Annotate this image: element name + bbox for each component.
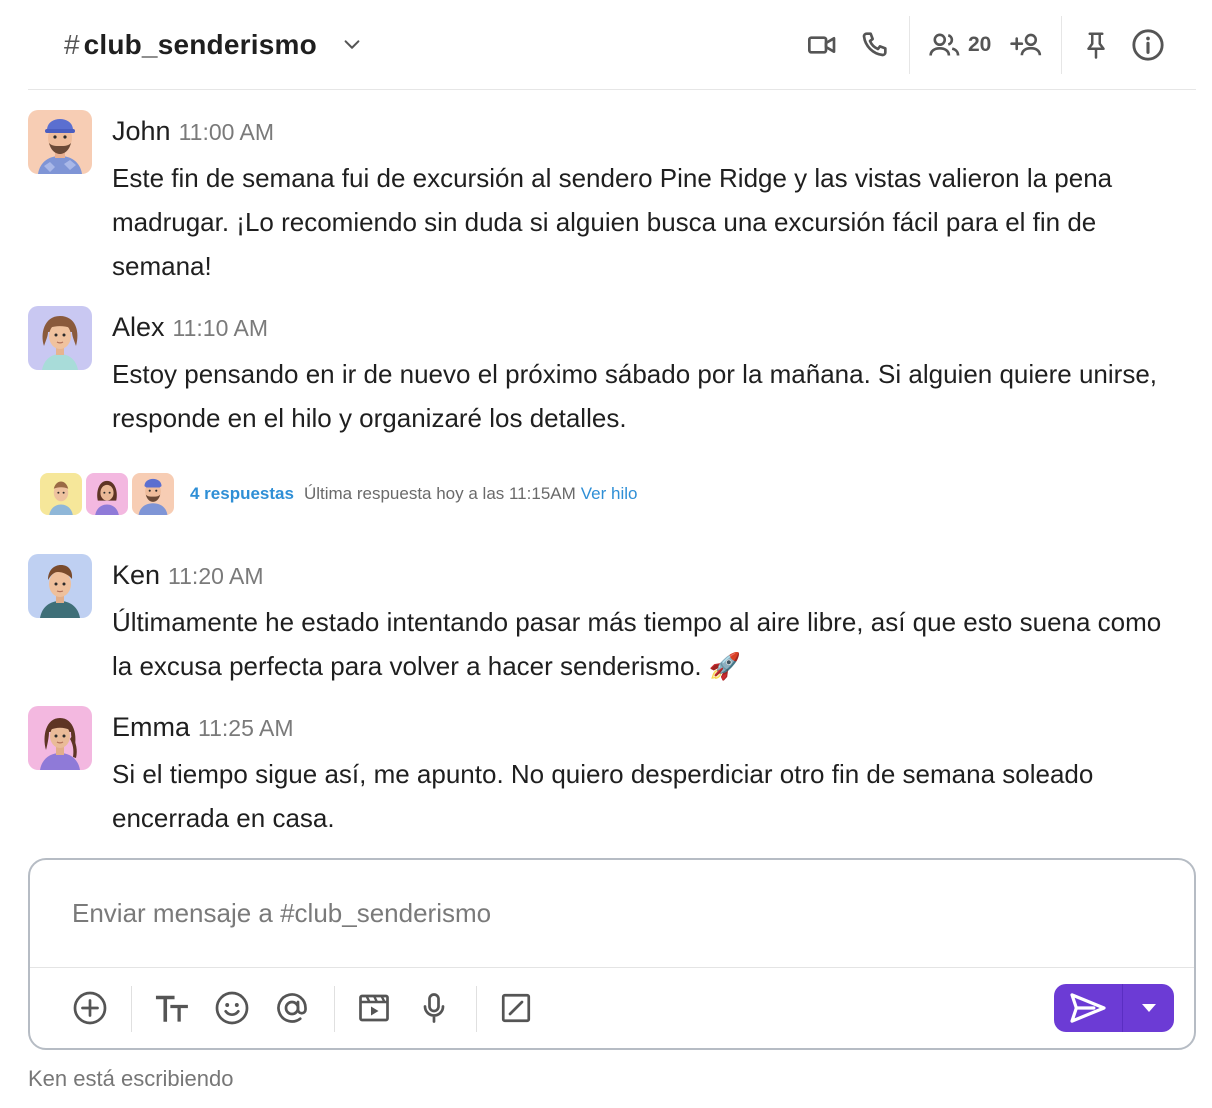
message-header: Alex 11:10 AM	[112, 312, 268, 343]
thread-participant-avatar	[40, 473, 82, 515]
members-button[interactable]: 20	[928, 27, 991, 63]
author-name[interactable]: John	[112, 116, 171, 147]
channel-name: club_senderismo	[83, 29, 317, 60]
add-attachment-button[interactable]	[70, 988, 110, 1028]
avatar-image	[28, 306, 92, 370]
text-format-button[interactable]	[152, 988, 192, 1028]
record-audio-button[interactable]	[414, 988, 454, 1028]
avatar-image	[28, 110, 92, 174]
author-name[interactable]: Alex	[112, 312, 165, 343]
send-button[interactable]	[1054, 984, 1122, 1032]
message: John 11:00 AM Este fin de semana fui de …	[28, 110, 1188, 290]
message: Ken 11:20 AM Últimamente he estado inten…	[28, 554, 1188, 690]
header-divider	[1061, 16, 1062, 74]
message: Alex 11:10 AM Estoy pensando en ir de nu…	[28, 306, 1188, 442]
add-member-icon	[1010, 33, 1042, 56]
mention-button[interactable]	[272, 988, 312, 1028]
hash-symbol: #	[64, 29, 80, 60]
message-header: John 11:00 AM	[112, 116, 274, 147]
message-text: Si el tiempo sigue así, me apunto. No qu…	[112, 759, 1094, 833]
slash-command-icon	[501, 993, 531, 1023]
send-options-button[interactable]	[1123, 984, 1174, 1032]
message-time: 11:10 AM	[172, 315, 269, 341]
pinned-button[interactable]	[1078, 27, 1114, 63]
microphone-icon	[423, 993, 445, 1023]
author-name[interactable]: Ken	[112, 560, 160, 591]
video-call-button[interactable]	[804, 27, 840, 63]
mention-icon	[277, 993, 307, 1023]
thread-replies-link[interactable]: 4 respuestas	[190, 484, 294, 504]
video-clip-icon	[359, 994, 389, 1022]
message-input[interactable]	[30, 860, 1194, 968]
record-video-button[interactable]	[354, 988, 394, 1028]
member-count: 20	[968, 33, 992, 56]
view-thread-link[interactable]: Ver hilo	[581, 484, 638, 504]
message-composer	[28, 858, 1196, 1050]
author-name[interactable]: Emma	[112, 712, 190, 743]
info-icon	[1132, 29, 1164, 61]
message-header: Ken 11:20 AM	[112, 560, 264, 591]
chevron-down-icon	[344, 40, 360, 49]
send-button-group	[1054, 984, 1174, 1032]
add-icon	[73, 991, 107, 1025]
thread-participant-avatar	[86, 473, 128, 515]
avatar-image	[28, 706, 92, 770]
pin-icon	[1087, 32, 1105, 59]
video-icon	[808, 36, 836, 54]
thread-participant-avatar	[132, 473, 174, 515]
add-member-button[interactable]	[1006, 27, 1048, 63]
typing-indicator: Ken está escribiendo	[28, 1066, 234, 1091]
avatar-ken[interactable]	[28, 554, 92, 618]
channel-info-button[interactable]	[1130, 27, 1166, 63]
message-time: 11:00 AM	[178, 119, 275, 145]
message-header: Emma 11:25 AM	[112, 712, 294, 743]
channel-selector[interactable]: # club_senderismo	[64, 26, 363, 64]
toolbar-divider	[131, 986, 132, 1032]
emoji-icon	[215, 991, 249, 1025]
message-text: Este fin de semana fui de excursión al s…	[112, 163, 1113, 281]
emoji-button[interactable]	[212, 988, 252, 1028]
caret-down-icon	[1141, 1004, 1156, 1012]
channel-header: # club_senderismo 20	[28, 0, 1196, 90]
thread-summary[interactable]: 4 respuestas Última respuesta hoy a las …	[40, 472, 637, 516]
avatar-image	[28, 554, 92, 618]
text-format-icon	[155, 995, 188, 1022]
message-text: Estoy pensando en ir de nuevo el próximo…	[112, 359, 1158, 433]
toolbar-divider	[334, 986, 335, 1032]
avatar-emma[interactable]	[28, 706, 92, 770]
toolbar-divider	[476, 986, 477, 1032]
header-divider	[909, 16, 910, 74]
message-time: 11:25 AM	[198, 715, 294, 741]
message-time: 11:20 AM	[168, 563, 264, 589]
members-icon	[929, 33, 960, 56]
send-icon	[1070, 993, 1106, 1023]
thread-last-reply: Última respuesta hoy a las 11:15AM	[303, 484, 576, 503]
phone-icon	[862, 32, 887, 57]
slash-command-button[interactable]	[496, 988, 536, 1028]
voice-call-button[interactable]	[856, 27, 892, 63]
avatar-john[interactable]	[28, 110, 92, 174]
avatar-alex[interactable]	[28, 306, 92, 370]
message-text: Últimamente he estado intentando pasar m…	[112, 607, 1162, 681]
message: Emma 11:25 AM Si el tiempo sigue así, me…	[28, 706, 1188, 842]
